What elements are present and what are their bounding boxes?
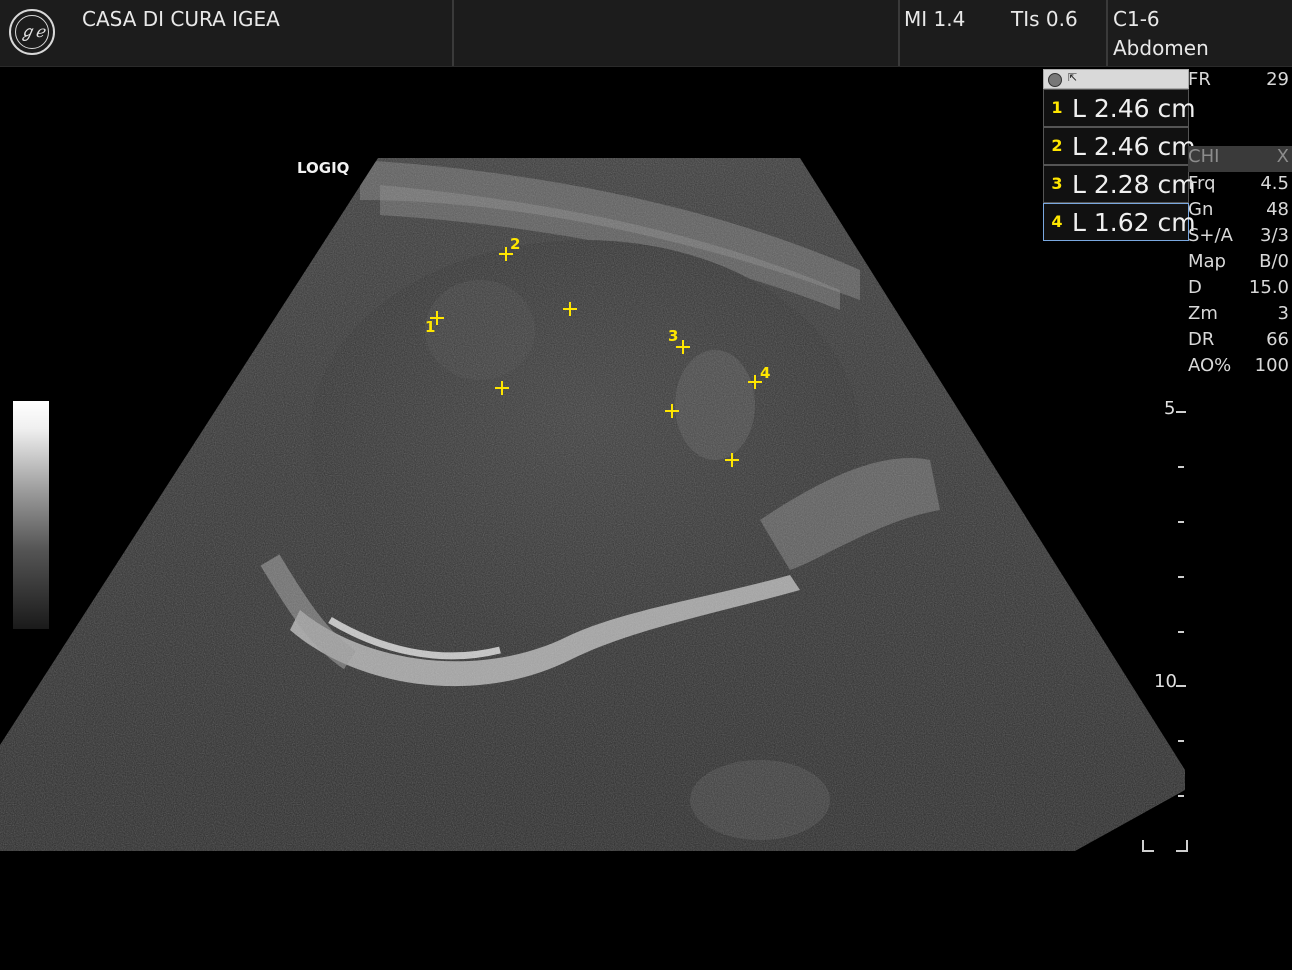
caliper-label-4: 4 [760, 364, 771, 382]
param-value: 100 [1254, 355, 1289, 376]
depth-tick-major [1176, 685, 1186, 687]
measurement-value: L 2.46 cm [1072, 94, 1196, 123]
param-value: 4.5 [1260, 173, 1289, 194]
depth-tick [1178, 795, 1184, 797]
record-dot-icon [1048, 73, 1062, 87]
param-value: 15.0 [1248, 277, 1289, 298]
caliper-label-3: 3 [668, 327, 679, 345]
header-divider [898, 0, 900, 66]
measurement-row-active[interactable]: 4 L 1.62 cm [1043, 203, 1196, 241]
depth-label-5: 5 [1164, 398, 1176, 419]
param-value: 3/3 [1260, 225, 1289, 246]
param-key: Gn [1188, 199, 1214, 220]
param-chi: CHI X [1188, 146, 1292, 172]
grayscale-bar [13, 401, 49, 629]
ge-logo-mark: ℊℯ [15, 15, 49, 49]
measurement-number: 4 [1048, 213, 1066, 231]
param-key: AO% [1188, 355, 1232, 376]
param-key: FR [1188, 69, 1211, 90]
param-dynamic-range: DR 66 [1188, 329, 1292, 355]
measurement-number: 2 [1048, 137, 1066, 155]
header-bar: ℊℯ CASA DI CURA IGEA MI 1.4 TIs 0.6 C1-6… [0, 0, 1292, 67]
corner-marker-right [1176, 840, 1188, 852]
param-gain: Gn 48 [1188, 199, 1292, 225]
param-value: 29 [1266, 69, 1289, 90]
thermal-index: TIs 0.6 [1011, 7, 1078, 31]
cursor-icon: ⇱ [1068, 71, 1078, 84]
param-key: S+/A [1188, 225, 1233, 246]
param-key: Frq [1188, 173, 1216, 194]
measurement-number: 1 [1048, 99, 1066, 117]
corner-marker-left [1142, 840, 1154, 852]
sector-scan [0, 158, 1185, 851]
param-depth: D 15.0 [1188, 277, 1292, 303]
depth-tick [1178, 466, 1184, 468]
param-key: Map [1188, 251, 1226, 272]
param-key: Zm [1188, 303, 1218, 324]
param-value: X [1276, 146, 1289, 167]
param-value: 66 [1266, 329, 1289, 350]
param-key: D [1188, 277, 1202, 298]
param-frame-rate: FR 29 [1188, 69, 1292, 95]
param-key: CHI [1188, 146, 1220, 167]
ge-logo: ℊℯ [9, 9, 55, 55]
mechanical-index: MI 1.4 [904, 7, 966, 31]
measurement-value: L 1.62 cm [1072, 208, 1196, 237]
param-key: DR [1188, 329, 1215, 350]
facility-name: CASA DI CURA IGEA [82, 7, 280, 31]
depth-tick [1178, 576, 1184, 578]
param-map: Map B/0 [1188, 251, 1292, 277]
brand-label: LOGIQ [297, 159, 350, 177]
param-value: 48 [1266, 199, 1289, 220]
measurement-panel: ⇱ 1 L 2.46 cm 2 L 2.46 cm 3 L 2.28 cm 4 … [1043, 69, 1196, 241]
param-sa: S+/A 3/3 [1188, 225, 1292, 251]
param-value: B/0 [1259, 251, 1289, 272]
depth-tick-major [1176, 411, 1186, 413]
measurement-panel-header[interactable]: ⇱ [1043, 69, 1189, 89]
exam-preset: Abdomen [1113, 36, 1209, 60]
param-acoustic-output: AO% 100 [1188, 355, 1292, 381]
depth-tick [1178, 631, 1184, 633]
depth-tick [1178, 740, 1184, 742]
param-frequency: Frq 4.5 [1188, 173, 1292, 199]
depth-label-10: 10 [1154, 671, 1177, 692]
measurement-value: L 2.28 cm [1072, 170, 1196, 199]
param-zoom: Zm 3 [1188, 303, 1292, 329]
header-divider [452, 0, 454, 66]
measurement-value: L 2.46 cm [1072, 132, 1196, 161]
measurement-row[interactable]: 3 L 2.28 cm [1043, 165, 1196, 203]
probe-name: C1-6 [1113, 7, 1160, 31]
measurement-row[interactable]: 2 L 2.46 cm [1043, 127, 1196, 165]
depth-tick [1178, 521, 1184, 523]
header-divider [1106, 0, 1108, 66]
caliper-label-1: 1 [425, 318, 436, 336]
caliper-label-2: 2 [510, 235, 521, 253]
measurement-row[interactable]: 1 L 2.46 cm [1043, 89, 1196, 127]
measurement-number: 3 [1048, 175, 1066, 193]
param-value: 3 [1277, 303, 1289, 324]
